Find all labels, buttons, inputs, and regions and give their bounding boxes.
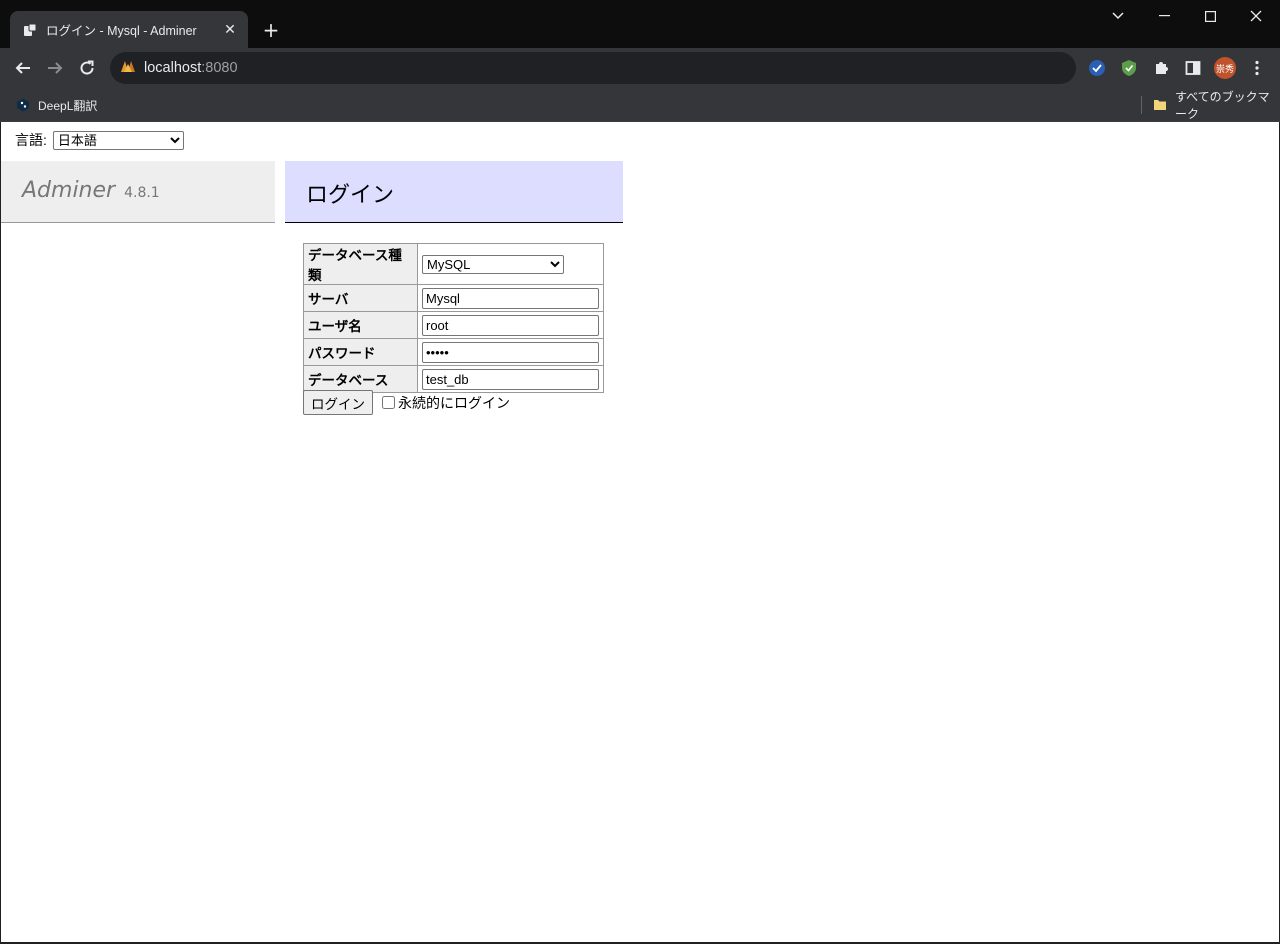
permanent-login-checkbox[interactable]	[382, 396, 395, 409]
back-icon[interactable]	[9, 54, 37, 82]
username-label: ユーザ名	[303, 311, 418, 339]
database-label: データベース	[303, 365, 418, 393]
browser-tab[interactable]: ログイン - Mysql - Adminer ✕	[10, 11, 248, 48]
minimize-icon[interactable]	[1141, 0, 1187, 32]
profile-initials: 崇秀	[1214, 57, 1236, 79]
server-label: サーバ	[303, 284, 418, 312]
language-label: 言語:	[15, 132, 47, 148]
address-bar[interactable]: localhost:8080	[110, 52, 1076, 84]
bookmark-deepl[interactable]: DeepL翻訳	[16, 95, 97, 115]
shield-extension-icon[interactable]	[1117, 56, 1141, 80]
form-row-server: サーバ	[303, 284, 604, 312]
browser-toolbar: localhost:8080 崇秀	[0, 48, 1280, 88]
deepl-icon	[16, 98, 30, 112]
bookmarks-divider	[1141, 96, 1142, 114]
permanent-login-option[interactable]: 永続的にログイン	[382, 393, 510, 413]
forward-icon[interactable]	[41, 54, 69, 82]
language-switcher: 言語: 日本語	[15, 130, 184, 150]
form-row-username: ユーザ名	[303, 311, 604, 339]
adminer-favicon-icon	[22, 22, 38, 38]
app-version: 4.8.1	[124, 185, 160, 201]
app-name: Adminer	[22, 178, 116, 203]
page-content: 言語: 日本語 Adminer 4.8.1 ログイン データベース種類 MySQ…	[1, 122, 1279, 942]
tab-title: ログイン - Mysql - Adminer	[46, 24, 197, 38]
url-port: :8080	[201, 60, 238, 76]
driver-select[interactable]: MySQL	[422, 254, 564, 274]
folder-icon	[1153, 98, 1167, 112]
all-bookmarks-label: すべてのブックマーク	[1175, 90, 1270, 121]
window-title-bar: ログイン - Mysql - Adminer ✕ +	[0, 0, 1280, 48]
check-extension-icon[interactable]	[1085, 56, 1109, 80]
kebab-menu-icon[interactable]	[1245, 56, 1269, 80]
form-actions: ログイン 永続的にログイン	[303, 390, 510, 415]
tab-search-icon[interactable]	[1095, 0, 1141, 32]
new-tab-button[interactable]: +	[258, 17, 284, 43]
maximize-icon[interactable]	[1187, 0, 1233, 32]
profile-avatar[interactable]: 崇秀	[1213, 56, 1237, 80]
username-input[interactable]	[422, 314, 599, 336]
site-info-icon[interactable]	[120, 59, 136, 77]
driver-label: データベース種類	[303, 243, 418, 285]
password-label: パスワード	[303, 338, 418, 366]
server-input[interactable]	[422, 287, 599, 309]
permanent-login-label: 永続的にログイン	[398, 394, 510, 411]
form-row-database: データベース	[303, 365, 604, 393]
extensions-puzzle-icon[interactable]	[1149, 56, 1173, 80]
bookmarks-bar: DeepL翻訳 すべてのブックマーク	[0, 88, 1280, 122]
database-input[interactable]	[422, 368, 599, 390]
login-form-table: データベース種類 MySQL サーバ ユーザ名 パスワード データベース	[303, 243, 604, 393]
login-button[interactable]: ログイン	[303, 390, 373, 415]
url-host: localhost	[144, 60, 202, 76]
password-input[interactable]	[422, 341, 599, 363]
all-bookmarks-folder[interactable]: すべてのブックマーク	[1153, 90, 1280, 121]
form-row-password: パスワード	[303, 338, 604, 366]
form-row-driver: データベース種類 MySQL	[303, 243, 604, 285]
sidebar-menu: Adminer 4.8.1	[1, 161, 275, 223]
app-logo[interactable]: Adminer 4.8.1	[22, 178, 160, 203]
side-panel-icon[interactable]	[1181, 56, 1205, 80]
page-heading: ログイン	[285, 161, 623, 223]
page-title: ログイン	[306, 183, 395, 208]
close-tab-icon[interactable]: ✕	[222, 22, 238, 38]
language-select[interactable]: 日本語	[52, 130, 184, 150]
close-window-icon[interactable]	[1233, 0, 1279, 32]
bookmark-deepl-label: DeepL翻訳	[38, 98, 98, 113]
reload-icon[interactable]	[73, 54, 101, 82]
